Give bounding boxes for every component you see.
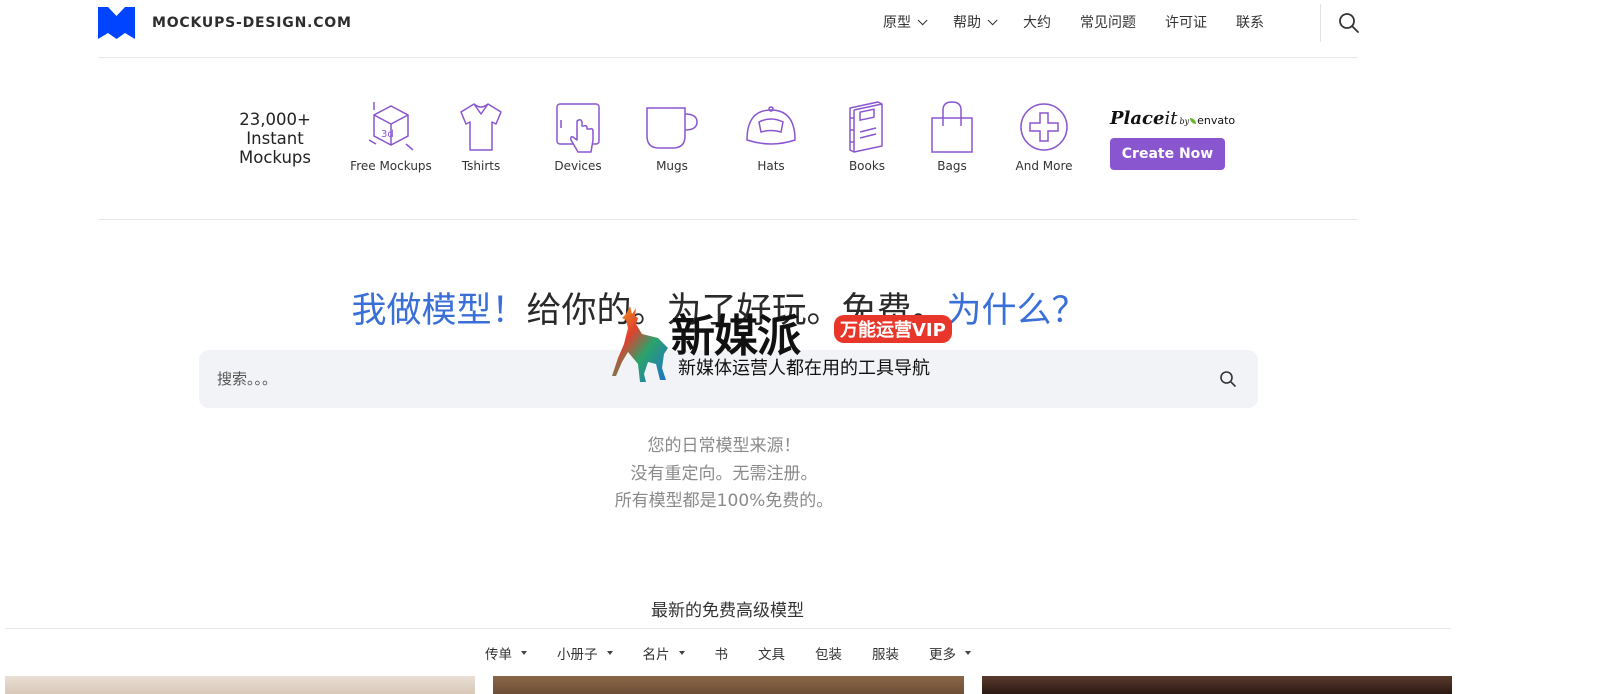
filter-apparel[interactable]: 服装 — [872, 643, 899, 663]
chevron-down-icon — [987, 14, 998, 25]
caret-down-icon — [521, 650, 527, 655]
category-devices[interactable]: Devices — [528, 100, 628, 173]
nav-item-about[interactable]: 大约 — [1023, 12, 1051, 32]
filter-packaging[interactable]: 包装 — [815, 643, 842, 663]
filter-bar: 传单 小册子 名片 书 文具 包装 服装 更多 — [5, 628, 1451, 676]
caret-down-icon — [965, 650, 971, 655]
nav-item-license[interactable]: 许可证 — [1165, 12, 1207, 32]
search-icon[interactable] — [1338, 12, 1360, 34]
site-header: MOCKUPS-DESIGN.COM 原型 帮助 大约 常见问题 许可证 联系 — [98, 0, 1360, 58]
caret-down-icon — [606, 650, 613, 655]
category-tshirts[interactable]: Tshirts — [431, 100, 531, 173]
nav-item-faq[interactable]: 常见问题 — [1080, 12, 1136, 32]
filter-books[interactable]: 书 — [715, 643, 729, 663]
nav-item-mockups[interactable]: 原型 — [883, 12, 928, 32]
nav-item-help[interactable]: 帮助 — [953, 12, 998, 32]
mockup-thumbnail[interactable] — [5, 676, 475, 694]
latest-section-title: 最新的免费高级模型 — [651, 601, 804, 621]
watermark-overlay: 新媒派 万能运营VIP 新媒体运营人都在用的工具导航 — [608, 300, 958, 382]
hero-tagline: 您的日常模型来源！ 没有重定向。无需注册。 所有模型都是100%免费的。 — [614, 436, 834, 511]
main-nav: 原型 帮助 大约 常见问题 许可证 联系 — [883, 0, 1293, 44]
search-icon[interactable] — [1219, 370, 1237, 388]
chevron-down-icon — [917, 14, 928, 25]
nav-item-contact[interactable]: 联系 — [1236, 12, 1264, 32]
deer-logo-icon — [612, 306, 668, 382]
logo-m-icon — [98, 7, 135, 39]
tshirt-icon — [460, 103, 502, 151]
nav-divider — [1320, 4, 1321, 42]
plus-circle-icon — [1020, 103, 1068, 151]
create-now-button[interactable]: Create Now — [1110, 138, 1225, 170]
category-mugs[interactable]: Mugs — [622, 100, 722, 173]
filter-business-cards[interactable]: 名片 — [643, 643, 685, 663]
category-and-more[interactable]: And More — [994, 100, 1094, 173]
category-hats[interactable]: Hats — [721, 100, 821, 173]
logo-text: MOCKUPS-DESIGN.COM — [152, 15, 352, 31]
category-strip: 23,000+ Instant Mockups 3d Free Mockups … — [98, 58, 1358, 220]
watermark-subtitle: 新媒体运营人都在用的工具导航 — [678, 358, 930, 379]
filter-more[interactable]: 更多 — [929, 643, 971, 663]
mug-icon — [646, 107, 698, 149]
filter-flyers[interactable]: 传单 — [485, 643, 527, 663]
placeit-logo[interactable]: Placeit by envato — [1110, 108, 1235, 129]
mockup-count: 23,000+ Instant Mockups — [239, 110, 311, 167]
mockup-thumbnail[interactable] — [493, 676, 964, 694]
book-icon — [849, 101, 883, 153]
category-free-mockups[interactable]: 3d Free Mockups — [341, 100, 441, 173]
watermark-badge: 万能运营VIP — [834, 315, 952, 343]
category-bags[interactable]: Bags — [902, 100, 1002, 173]
filter-stationery[interactable]: 文具 — [758, 643, 785, 663]
filter-brochures[interactable]: 小册子 — [557, 643, 613, 663]
tablet-touch-icon — [556, 103, 600, 153]
svg-text:3d: 3d — [381, 129, 394, 140]
caret-down-icon — [678, 650, 685, 655]
mockup-thumbnail[interactable] — [982, 676, 1452, 694]
envato-leaf-icon — [1190, 118, 1197, 124]
cap-icon — [746, 106, 796, 145]
site-logo[interactable]: MOCKUPS-DESIGN.COM — [98, 7, 352, 39]
3d-box-icon: 3d — [368, 102, 414, 151]
bag-icon — [931, 101, 973, 153]
